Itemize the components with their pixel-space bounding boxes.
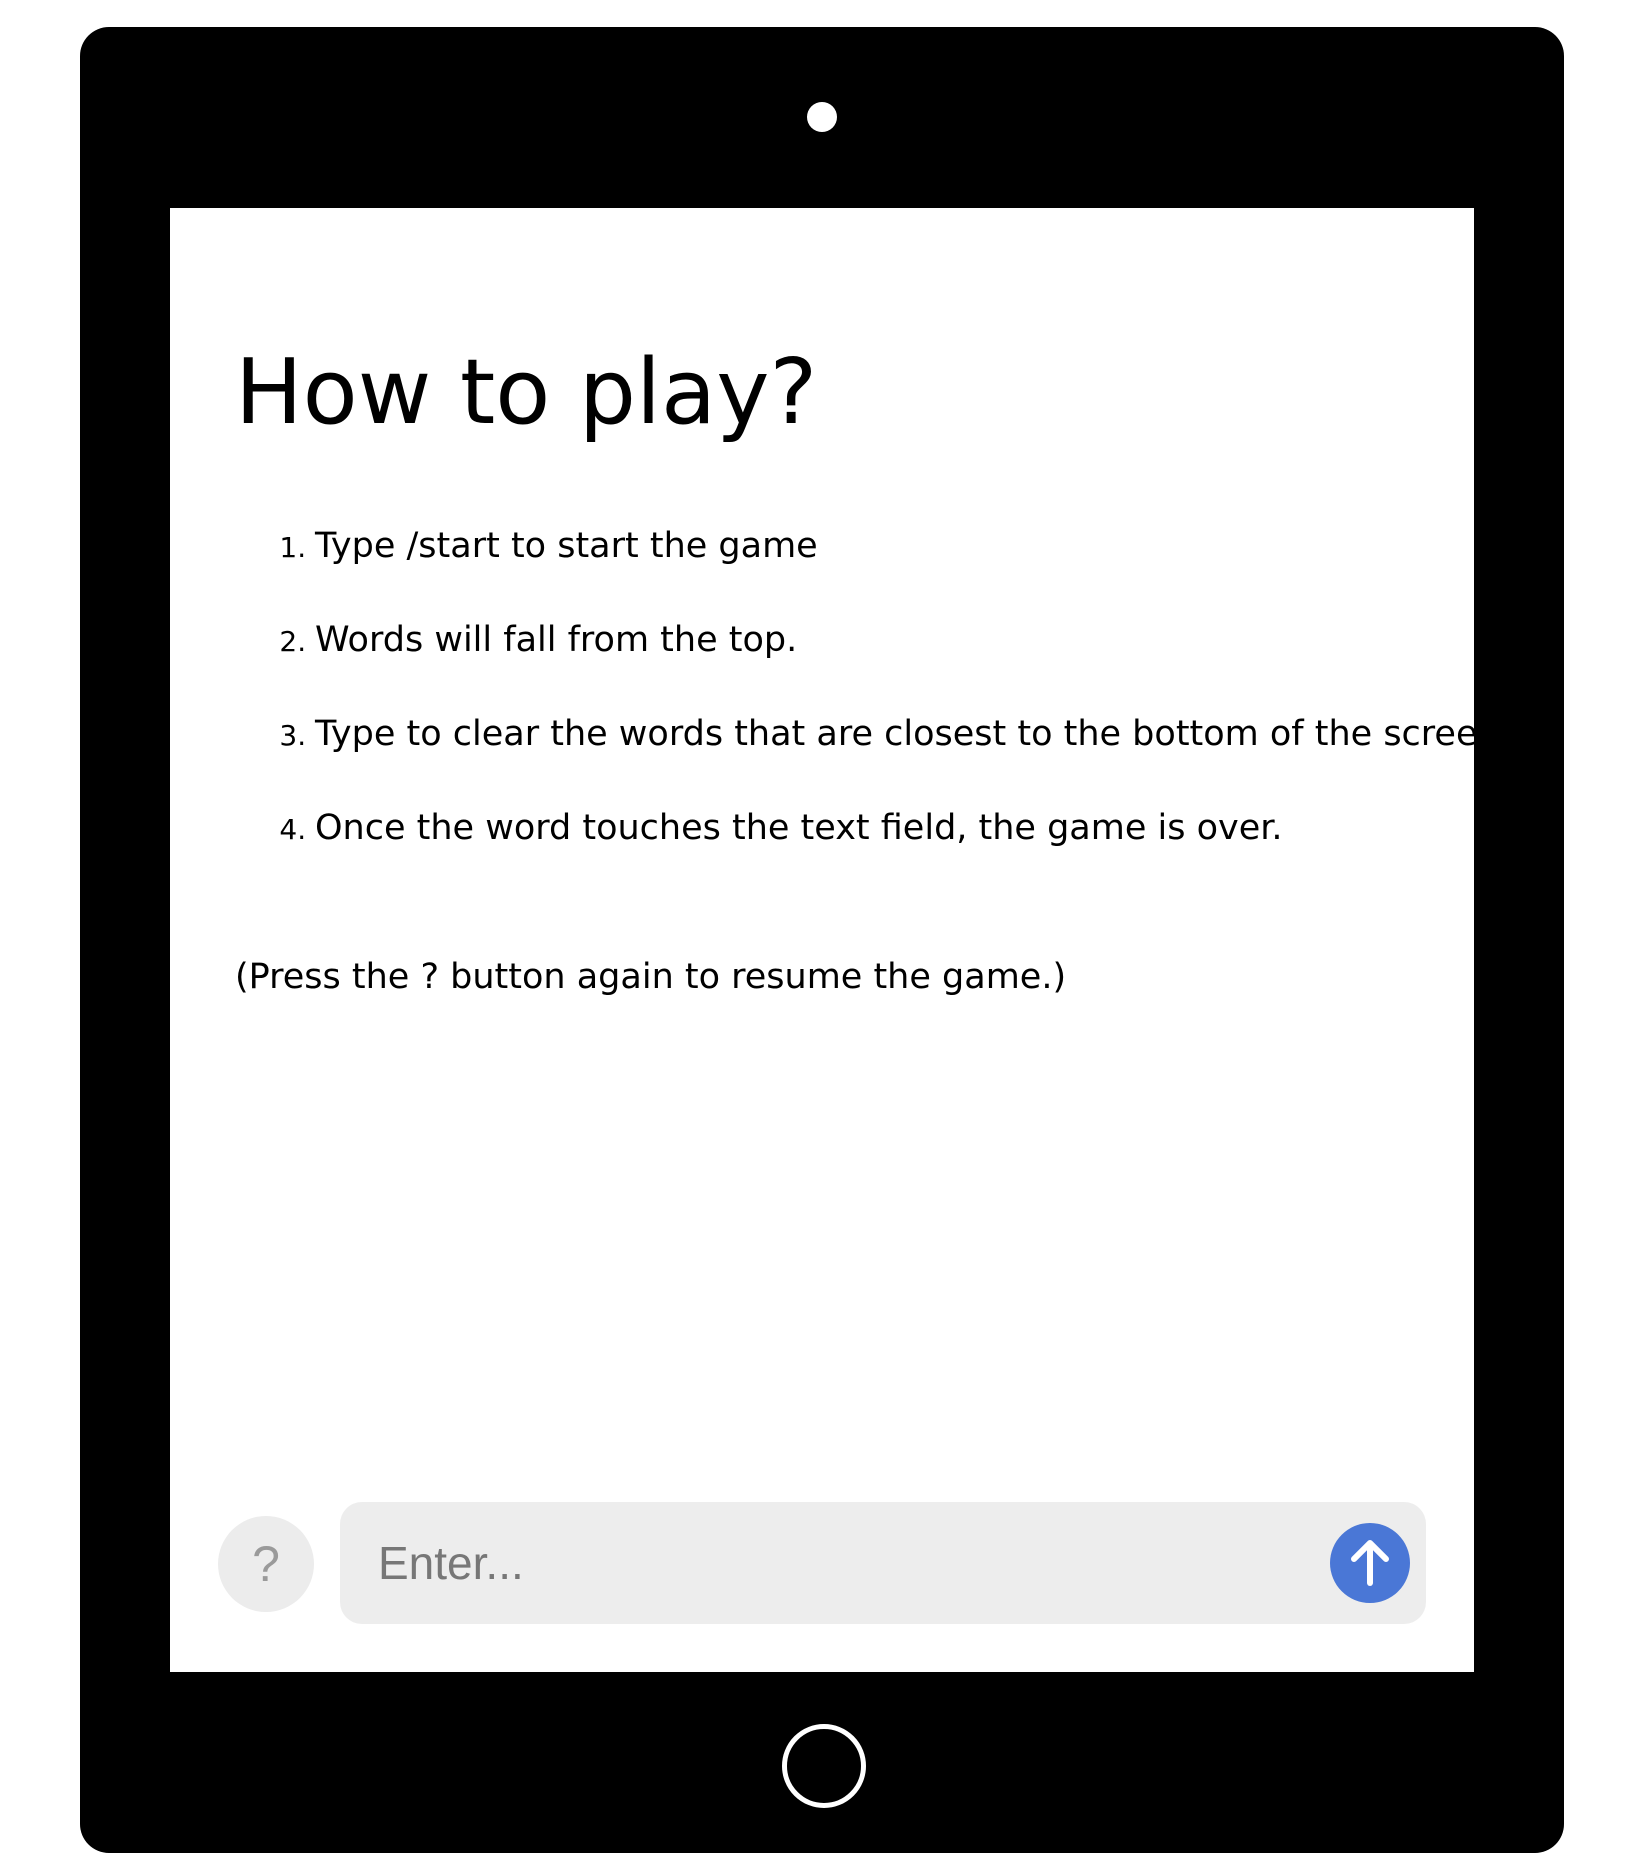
screen: How to play? Type /start to start the ga… (170, 208, 1474, 1672)
tablet-frame: How to play? Type /start to start the ga… (80, 27, 1564, 1853)
home-button[interactable] (782, 1724, 866, 1808)
list-item: Type to clear the words that are closest… (315, 706, 1474, 762)
list-item: Once the word touches the text field, th… (315, 800, 1474, 856)
input-bar (340, 1502, 1426, 1624)
help-button[interactable]: ? (218, 1516, 314, 1612)
list-item: Type /start to start the game (315, 518, 1474, 574)
page-title: How to play? (235, 340, 818, 445)
resume-note: (Press the ? button again to resume the … (235, 957, 1067, 997)
camera-dot (807, 102, 837, 132)
word-input[interactable] (378, 1502, 1298, 1624)
list-item: Words will fall from the top. (315, 612, 1474, 668)
arrow-up-icon (1351, 1540, 1389, 1586)
instructions-list: Type /start to start the game Words will… (170, 518, 1474, 894)
send-button[interactable] (1330, 1523, 1410, 1603)
